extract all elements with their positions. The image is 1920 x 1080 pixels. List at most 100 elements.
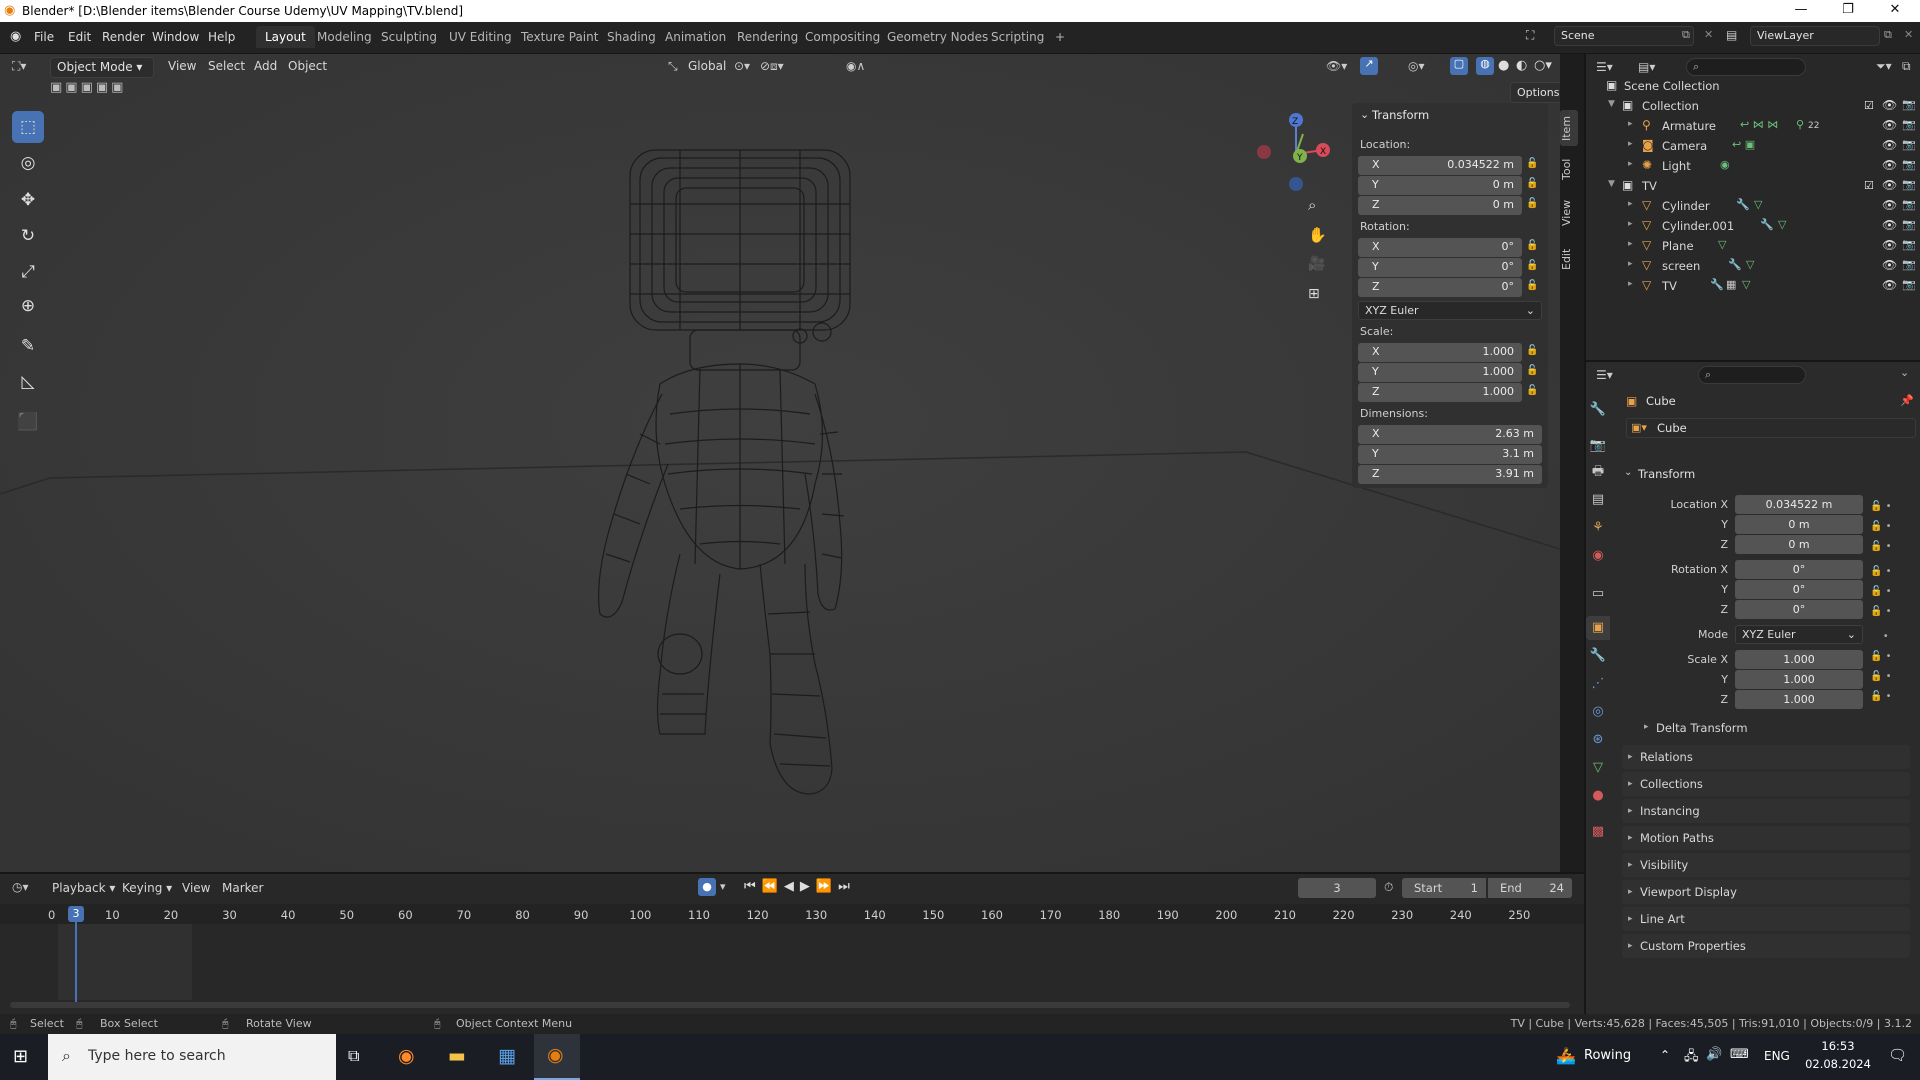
blender-taskbar-button[interactable]: ◉ [534,1034,580,1080]
pan-hand-icon[interactable]: ✋ [1308,226,1327,244]
tab-shading[interactable]: Shading [598,26,665,48]
display-mode-icon[interactable]: ▤▾ [1638,60,1655,74]
rotation-x-field[interactable]: X 0° [1358,238,1522,257]
render-icon[interactable]: 📷 [1902,118,1916,131]
tab-modeling[interactable]: Modeling [308,26,381,48]
lock-icon[interactable]: 🔓 [1526,280,1540,294]
outliner-row-tv[interactable]: ▸ ▽ TV 🔧 ▦ ▽ 👁 📷 [1586,276,1920,296]
timeline-editor-icon[interactable]: ◷▾ [12,880,29,894]
custom-properties-subpanel[interactable]: ▸ Custom Properties [1622,934,1910,958]
outliner-row-armature[interactable]: ▸ ⚲ Armature ↩ ⋈ ⋈ ⚲ 22 👁 📷 [1586,116,1920,136]
render-icon[interactable]: 📷 [1902,218,1916,231]
line-art-subpanel[interactable]: ▸ Line Art [1622,907,1910,931]
rendered-shading-icon[interactable]: ○▾ [1534,58,1552,73]
menu-window[interactable]: Window [152,30,199,44]
add-cube-tool[interactable]: ⬛ [12,406,44,438]
tray-chevron-icon[interactable]: ⌃ [1660,1048,1670,1062]
output-tab-icon[interactable]: 🖶 [1586,460,1610,484]
eye-icon[interactable]: 👁 [1882,178,1897,192]
outliner-row-scene-collection[interactable]: ▣ Scene Collection [1586,76,1920,96]
physics-tab-icon[interactable]: ◎ [1586,700,1610,724]
minimize-button[interactable]: — [1791,2,1811,20]
dimensions-z-field[interactable]: Z 3.91 m [1358,465,1542,484]
prop-scale-z-field[interactable]: 1.000 [1735,690,1863,709]
checkbox-icon[interactable]: ☑ [1864,99,1874,112]
expand-arrow-icon[interactable]: ▸ [1628,199,1633,209]
eye-icon[interactable]: 👁 [1882,238,1897,252]
object-tab-icon[interactable]: ▣ [1586,616,1610,640]
menu-edit[interactable]: Edit [68,30,91,44]
viewport-menu-select[interactable]: Select [208,59,245,73]
expand-arrow-icon[interactable]: ▸ [1628,259,1633,269]
tab-layout[interactable]: Layout [256,26,315,48]
checkbox-icon[interactable]: ☑ [1864,179,1874,192]
render-tab-icon[interactable]: 📷 [1586,434,1610,458]
sidebar-tab-edit[interactable]: Edit [1560,244,1578,274]
rotation-y-field[interactable]: Y 0° [1358,258,1522,277]
location-x-field[interactable]: X 0.034522 m [1358,156,1522,175]
location-y-field[interactable]: Y 0 m [1358,176,1522,195]
perspective-grid-icon[interactable]: ⊞ [1308,286,1320,302]
lock-icon[interactable]: 🔓 • [1870,687,1910,707]
outliner-editor-icon[interactable]: ☰▾ [1596,60,1613,74]
select-box-tool[interactable]: ⬚ [12,111,44,143]
close-button[interactable]: ✕ [1885,2,1905,20]
lock-icon[interactable]: 🔓 • [1870,582,1910,602]
maximize-button[interactable]: ❐ [1838,2,1858,20]
lock-icon[interactable]: 🔓 [1526,260,1540,274]
end-frame-field[interactable]: End 24 [1488,878,1572,898]
firefox-icon[interactable]: ◉ [398,1045,415,1067]
render-icon[interactable]: 📷 [1902,198,1916,211]
render-icon[interactable]: 📷 [1902,138,1916,151]
preview-range-icon[interactable]: ⏱ [1384,880,1393,895]
tab-texture-paint[interactable]: Texture Paint [512,26,607,48]
sidebar-tab-view[interactable]: View [1560,196,1578,230]
xray-icon[interactable]: ▢ [1450,57,1468,75]
timeline-panel[interactable]: ◷▾ Playback ▾ Keying ▾ View Marker ● ▾ ⏮… [0,872,1584,1014]
solid-shading-icon[interactable]: ● [1498,58,1509,73]
modifier-tab-icon[interactable]: 🔧 [1586,644,1610,668]
camera-view-icon[interactable]: 🎥 [1308,256,1325,272]
volume-icon[interactable]: 🔊 [1706,1047,1722,1062]
timeline-scrollbar[interactable] [10,1002,1570,1008]
outliner-search-input[interactable]: ⌕ [1686,58,1806,76]
lock-icon[interactable]: 🔓 [1526,158,1540,172]
transform-tool[interactable]: ⊕ [12,290,44,322]
filter-icon[interactable]: ⏷▾ [1876,59,1892,74]
tab-compositing[interactable]: Compositing [796,26,889,48]
notifications-icon[interactable]: 🗨 [1888,1046,1907,1064]
location-z-field[interactable]: Z 0 m [1358,196,1522,215]
visibility-subpanel[interactable]: ▸ Visibility [1622,853,1910,877]
eye-icon[interactable]: 👁 [1882,138,1897,152]
lock-icon[interactable]: 🔓 • [1870,647,1910,667]
options-dropdown[interactable]: Options ▾ [1510,82,1560,118]
collection-tab-icon[interactable]: ▭ [1586,582,1610,606]
eye-icon[interactable]: 👁 [1882,118,1897,132]
outliner-row-tv-collection[interactable]: ▼ ▣ TV ☑ 👁 📷 [1586,176,1920,196]
add-workspace-button[interactable]: + [1046,26,1074,48]
outliner-row-light[interactable]: ▸ ✺ Light ◉ 👁 📷 [1586,156,1920,176]
selection-mode-icons[interactable]: ▣▣▣▣▣ [50,80,126,95]
prop-rotation-y-field[interactable]: 0° [1735,580,1863,599]
menu-help[interactable]: Help [208,30,235,44]
lock-icon[interactable]: 🔓 [1526,365,1540,379]
blender-menu-icon[interactable]: ◉ [10,29,21,44]
move-tool[interactable]: ✥ [12,184,44,216]
properties-editor-icon[interactable]: ☰▾ [1596,368,1613,382]
keying-dropdown-icon[interactable]: ▾ [720,880,726,893]
tab-animation[interactable]: Animation [656,26,735,48]
outliner-row-screen[interactable]: ▸ ▽ screen 🔧 ▽ 👁 📷 [1586,256,1920,276]
view-layer-tab-icon[interactable]: ▤ [1586,488,1610,512]
eye-icon[interactable]: 👁 [1882,158,1897,172]
mesh-data-tab-icon[interactable]: ▽ [1586,756,1610,780]
scale-y-field[interactable]: Y 1.000 [1358,363,1522,382]
wireframe-shading-icon[interactable]: ◍ [1476,57,1494,75]
timeline-menu-view[interactable]: View [182,881,210,895]
cursor-tool[interactable]: ◎ [12,147,44,179]
lock-icon[interactable]: 🔓 • [1870,562,1910,582]
menu-render[interactable]: Render [102,30,145,44]
network-icon[interactable]: 🖧 [1684,1047,1699,1069]
viewport-display-subpanel[interactable]: ▸ Viewport Display [1622,880,1910,904]
lock-icon[interactable]: 🔓 • [1870,537,1910,557]
gizmo-toggle-icon[interactable]: ↗ [1360,57,1378,75]
